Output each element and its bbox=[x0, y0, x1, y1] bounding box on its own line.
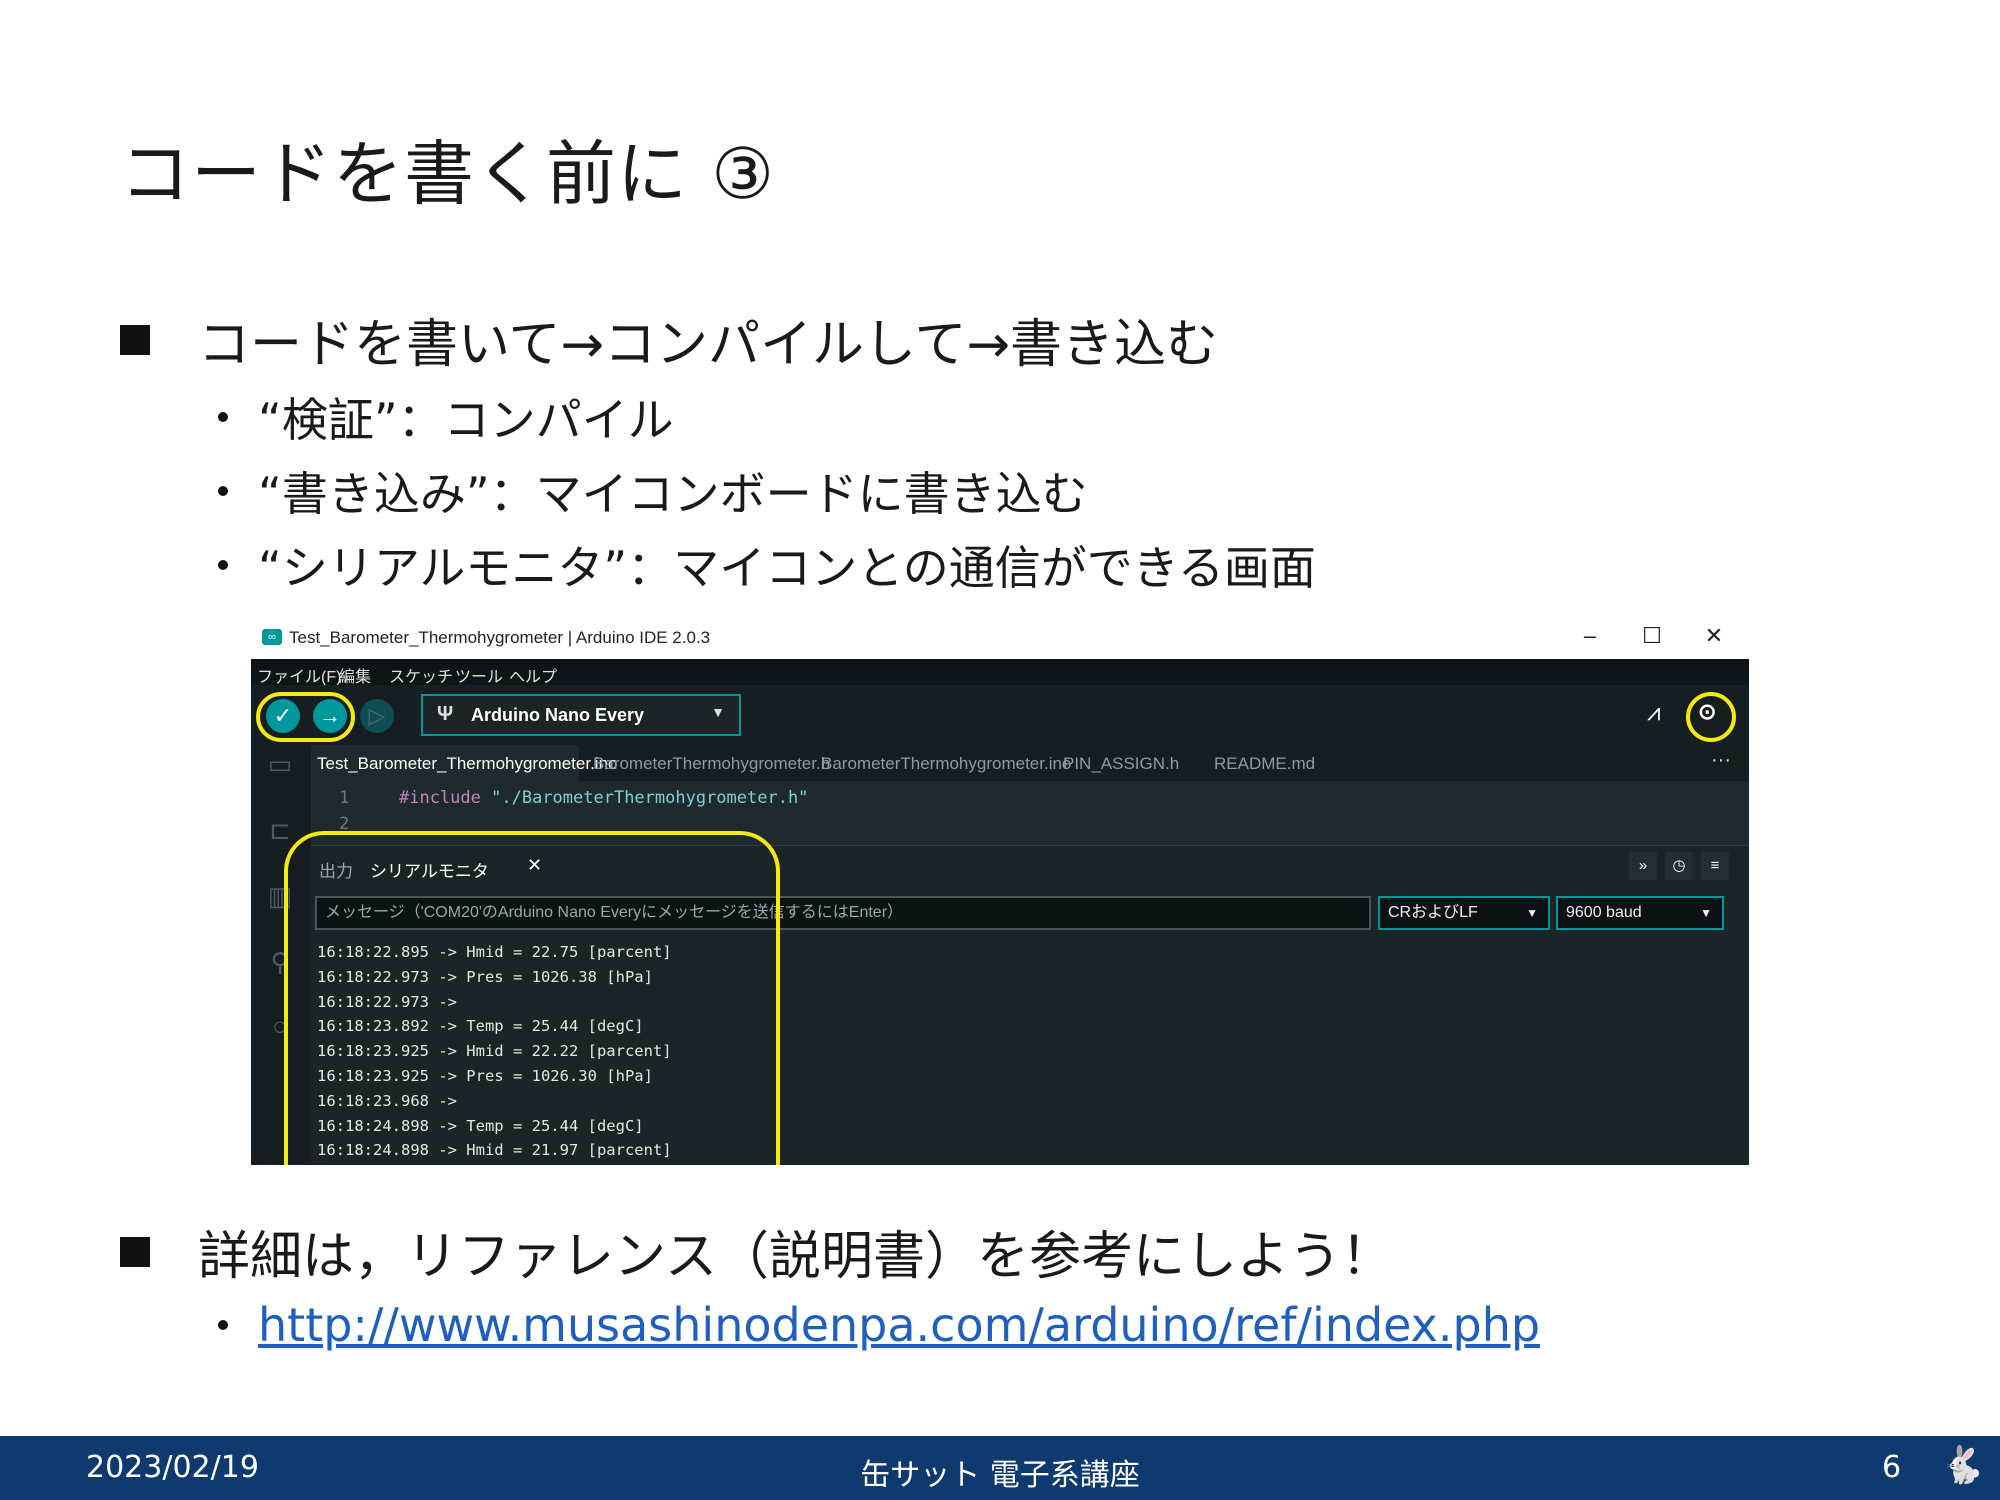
footer-title: 缶サット 電子系講座 bbox=[860, 1458, 1140, 1493]
serial-plotter-icon[interactable]: ⩘ bbox=[1647, 699, 1661, 727]
minimize-icon[interactable]: – bbox=[1575, 623, 1605, 649]
debug-button[interactable]: ▷ bbox=[360, 699, 394, 733]
dot-bullet-icon bbox=[218, 486, 228, 496]
maximize-icon[interactable]: ☐ bbox=[1637, 623, 1667, 649]
code-line-1: #include "./BarometerThermohygrometer.h" bbox=[399, 788, 808, 808]
chevron-down-icon: ▼ bbox=[1700, 906, 1712, 920]
highlight-ring-serial-monitor bbox=[1686, 692, 1736, 742]
tab-baro-ino[interactable]: BarometerThermohygrometer.ino bbox=[821, 754, 1071, 774]
dot-bullet-icon bbox=[218, 412, 228, 422]
bullet-sub-3: “シリアルモニタ”：マイコンとの通信ができる画面 bbox=[218, 532, 1316, 598]
board-selector[interactable]: Ψ Arduino Nano Every ▼ bbox=[421, 694, 741, 736]
bullet-sub-2: “書き込み”：マイコンボードに書き込む bbox=[218, 458, 1088, 524]
bullet-sub-3-text: “シリアルモニタ”：マイコンとの通信ができる画面 bbox=[258, 541, 1316, 595]
tab-readme[interactable]: README.md bbox=[1214, 754, 1315, 774]
ide-toolbar: ✓ → ▷ Ψ Arduino Nano Every ▼ ⩘ ⊙ bbox=[251, 685, 1749, 745]
line-ending-select[interactable]: CRおよびLF ▼ bbox=[1378, 896, 1550, 930]
chevron-down-icon: ▼ bbox=[1526, 906, 1538, 920]
bullet-sub-1-text: “検証”：コンパイル bbox=[258, 393, 674, 447]
menu-bar: ファイル(F) 編集 スケッチ ツール ヘルプ bbox=[251, 659, 1749, 687]
baud-rate-select[interactable]: 9600 baud ▼ bbox=[1556, 896, 1724, 930]
square-bullet-icon bbox=[120, 324, 150, 355]
boards-manager-icon[interactable]: ⊏ bbox=[265, 815, 295, 846]
window-titlebar: ∞ Test_Barometer_Thermohygrometer | Ardu… bbox=[251, 617, 1749, 659]
more-tabs-icon[interactable]: ··· bbox=[1711, 749, 1731, 772]
bullet-sub-2-text: “書き込み”：マイコンボードに書き込む bbox=[258, 467, 1088, 521]
folder-icon[interactable]: ▭ bbox=[265, 749, 295, 780]
highlight-ring-serial-output bbox=[284, 831, 780, 1165]
square-bullet-icon bbox=[120, 1236, 150, 1267]
code-string: "./BarometerThermohygrometer.h" bbox=[491, 788, 809, 808]
dot-bullet-icon bbox=[218, 560, 228, 570]
tab-pin-assign[interactable]: PIN_ASSIGN.h bbox=[1063, 754, 1179, 774]
rabbit-mascot-icon: 🐇 bbox=[1940, 1445, 1985, 1486]
menu-help[interactable]: ヘルプ bbox=[509, 663, 557, 687]
board-name: Arduino Nano Every bbox=[471, 705, 645, 725]
close-window-icon[interactable]: ✕ bbox=[1699, 623, 1729, 649]
menu-sketch[interactable]: スケッチ bbox=[389, 663, 453, 687]
collapse-panel-icon[interactable]: » bbox=[1629, 852, 1657, 880]
line-ending-value: CRおよびLF bbox=[1388, 904, 1478, 921]
tab-baro-h[interactable]: BarometerThermohygrometer.h bbox=[593, 754, 830, 774]
menu-tools[interactable]: ツール bbox=[455, 663, 503, 687]
bullet-main-2-text: 詳細は，リファレンス（説明書）を参考にしよう！ bbox=[198, 1227, 1393, 1287]
slide-footer: 2023/02/19 缶サット 電子系講座 6 🐇 bbox=[0, 1436, 2000, 1500]
bullet-sub-1: “検証”：コンパイル bbox=[218, 384, 674, 450]
bullet-main-1: コードを書いて→コンパイルして→書き込む bbox=[120, 302, 1218, 377]
chevron-down-icon: ▼ bbox=[711, 704, 725, 720]
clear-output-icon[interactable]: ≡ bbox=[1701, 852, 1729, 880]
window-title: Test_Barometer_Thermohygrometer | Arduin… bbox=[289, 628, 711, 647]
code-keyword: #include bbox=[399, 788, 481, 808]
usb-icon: Ψ bbox=[437, 703, 454, 725]
tab-test-ino[interactable]: Test_Barometer_Thermohygrometer.ino bbox=[317, 754, 617, 774]
bullet-sub-link: http://www.musashinodenpa.com/arduino/re… bbox=[218, 1298, 1540, 1352]
bullet-main-2: 詳細は，リファレンス（説明書）を参考にしよう！ bbox=[120, 1214, 1393, 1289]
menu-edit[interactable]: 編集 bbox=[339, 663, 371, 687]
highlight-ring-verify-upload bbox=[256, 692, 355, 742]
arduino-logo-icon: ∞ bbox=[262, 629, 282, 645]
menu-file[interactable]: ファイル(F) bbox=[257, 663, 341, 687]
dot-bullet-icon bbox=[218, 1320, 228, 1330]
baud-rate-value: 9600 baud bbox=[1566, 904, 1642, 921]
slide-title: コードを書く前に ③ bbox=[120, 133, 776, 215]
editor-tabs: Test_Barometer_Thermohygrometer.ino Baro… bbox=[311, 745, 1749, 781]
line-number: 1 bbox=[339, 788, 350, 808]
bullet-main-1-text: コードを書いて→コンパイルして→書き込む bbox=[198, 315, 1219, 375]
timestamp-toggle-icon[interactable]: ◷ bbox=[1665, 852, 1693, 880]
page-number: 6 bbox=[1882, 1450, 1902, 1485]
reference-link[interactable]: http://www.musashinodenpa.com/arduino/re… bbox=[258, 1298, 1540, 1352]
